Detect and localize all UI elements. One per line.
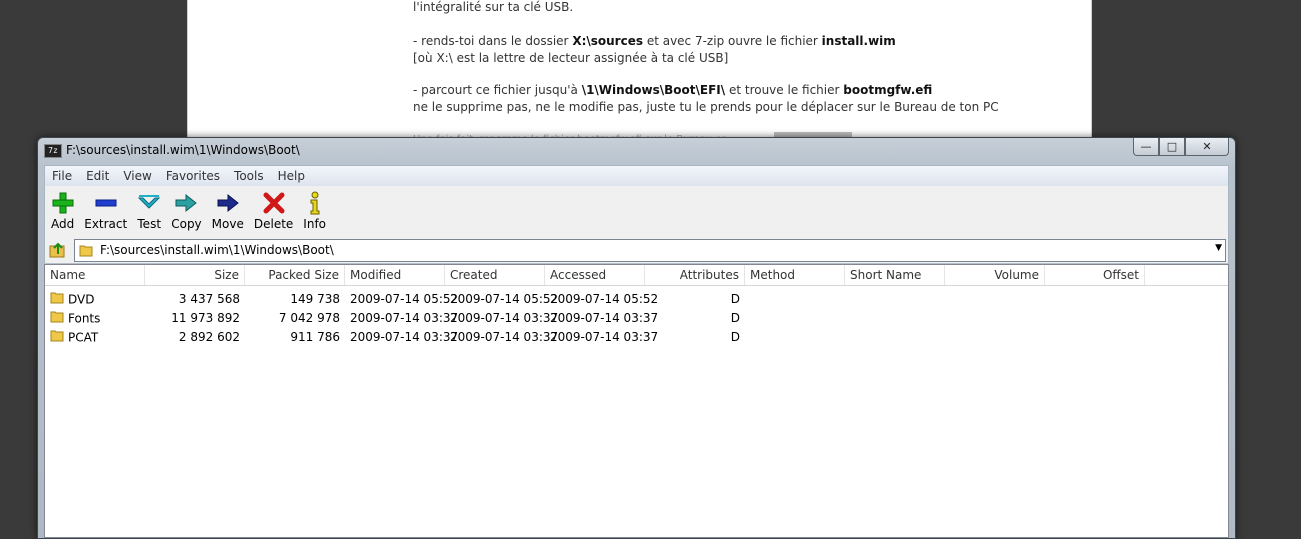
info-button[interactable]: Info (299, 186, 330, 231)
extract-icon (95, 199, 117, 207)
row-attributes: D (730, 330, 740, 344)
row-name: DVD (45, 290, 145, 309)
test-label: Test (137, 217, 162, 231)
row-name: Fonts (45, 309, 145, 328)
copy-icon (175, 193, 198, 213)
bg-text-line: ne le supprime pas, ne le modifie pas, j… (413, 100, 999, 114)
minimize-button[interactable]: — (1133, 138, 1159, 156)
copy-label: Copy (171, 217, 202, 231)
close-button[interactable]: ✕ (1185, 138, 1229, 156)
table-row[interactable]: PCAT 2 892 602 911 786 2009-07-14 03:37 … (45, 328, 1228, 347)
delete-button[interactable]: Delete (250, 186, 297, 231)
move-label: Move (211, 217, 244, 231)
folder-up-icon (49, 242, 65, 258)
row-modified: 2009-07-14 05:52 (350, 292, 459, 306)
row-packed-size: 7 042 978 (278, 311, 340, 325)
title-bar[interactable]: 7z F:\sources\install.wim\1\Windows\Boot… (38, 138, 1235, 164)
col-created[interactable]: Created (445, 265, 545, 285)
app-icon: 7z (44, 144, 62, 158)
row-created: 2009-07-14 03:37 (450, 330, 559, 344)
menu-view[interactable]: View (116, 169, 158, 183)
row-created: 2009-07-14 05:52 (450, 292, 559, 306)
col-links[interactable]: Li (1145, 265, 1228, 285)
test-icon (138, 195, 161, 209)
toolbar: Add Extract Test Copy Move Delete Info (44, 186, 1229, 238)
folder-icon (79, 245, 93, 257)
row-modified: 2009-07-14 03:37 (350, 311, 459, 325)
address-input[interactable]: F:\sources\install.wim\1\Windows\Boot\ ▼ (74, 239, 1226, 262)
col-size[interactable]: Size (145, 265, 245, 285)
copy-button[interactable]: Copy (167, 186, 205, 231)
move-icon (217, 193, 239, 213)
row-modified: 2009-07-14 03:37 (350, 330, 459, 344)
delete-label: Delete (253, 217, 294, 231)
col-packed-size[interactable]: Packed Size (245, 265, 345, 285)
extract-button[interactable]: Extract (80, 186, 131, 231)
address-bar: F:\sources\install.wim\1\Windows\Boot\ ▼ (44, 238, 1229, 263)
menu-favorites[interactable]: Favorites (159, 169, 227, 183)
background-webpage: l'intégralité sur ta clé USB. - rends-to… (187, 0, 1092, 145)
delete-icon (263, 192, 285, 214)
col-method[interactable]: Method (745, 265, 845, 285)
col-accessed[interactable]: Accessed (545, 265, 645, 285)
add-icon (52, 192, 74, 214)
col-offset[interactable]: Offset (1045, 265, 1145, 285)
file-list[interactable]: Name Size Packed Size Modified Created A… (44, 264, 1229, 538)
add-button[interactable]: Add (47, 186, 78, 231)
col-name[interactable]: Name (45, 265, 145, 285)
row-size: 3 437 568 (178, 292, 240, 306)
menu-bar: File Edit View Favorites Tools Help (44, 165, 1229, 187)
move-button[interactable]: Move (208, 186, 248, 231)
folder-icon (50, 292, 64, 304)
col-modified[interactable]: Modified (345, 265, 445, 285)
maximize-button[interactable]: □ (1159, 138, 1185, 156)
row-attributes: D (730, 311, 740, 325)
menu-file[interactable]: File (45, 169, 79, 183)
info-icon (310, 191, 320, 215)
bg-text-line: [où X:\ est la lettre de lecteur assigné… (413, 51, 729, 65)
row-accessed: 2009-07-14 03:37 (550, 311, 659, 325)
add-label: Add (51, 217, 75, 231)
row-packed-size: 149 738 (290, 292, 340, 306)
menu-tools[interactable]: Tools (227, 169, 271, 183)
col-attributes[interactable]: Attributes (645, 265, 745, 285)
folder-icon (50, 311, 64, 323)
row-name: PCAT (45, 328, 145, 347)
up-folder-button[interactable] (48, 241, 68, 259)
menu-help[interactable]: Help (271, 169, 312, 183)
row-packed-size: 911 786 (290, 330, 340, 344)
bg-text-line: - rends-toi dans le dossier X:\sources e… (413, 34, 896, 48)
extract-label: Extract (84, 217, 128, 231)
test-button[interactable]: Test (133, 186, 165, 231)
row-accessed: 2009-07-14 03:37 (550, 330, 659, 344)
col-volume[interactable]: Volume (945, 265, 1045, 285)
menu-edit[interactable]: Edit (79, 169, 116, 183)
row-attributes: D (730, 292, 740, 306)
folder-icon (50, 330, 64, 342)
column-header-row: Name Size Packed Size Modified Created A… (45, 265, 1228, 286)
window-title: F:\sources\install.wim\1\Windows\Boot\ (66, 143, 300, 157)
row-accessed: 2009-07-14 05:52 (550, 292, 659, 306)
bg-text-line: l'intégralité sur ta clé USB. (413, 0, 574, 14)
address-path: F:\sources\install.wim\1\Windows\Boot\ (100, 243, 334, 257)
table-row[interactable]: DVD 3 437 568 149 738 2009-07-14 05:52 2… (45, 290, 1228, 309)
info-label: Info (303, 217, 327, 231)
table-row[interactable]: Fonts 11 973 892 7 042 978 2009-07-14 03… (45, 309, 1228, 328)
chevron-down-icon[interactable]: ▼ (1215, 243, 1222, 253)
row-created: 2009-07-14 03:37 (450, 311, 559, 325)
sevenzip-window: 7z F:\sources\install.wim\1\Windows\Boot… (37, 137, 1236, 539)
bg-text-line: - parcourt ce fichier jusqu'à \1\Windows… (413, 83, 933, 97)
row-size: 11 973 892 (171, 311, 240, 325)
row-size: 2 892 602 (178, 330, 240, 344)
col-short-name[interactable]: Short Name (845, 265, 945, 285)
